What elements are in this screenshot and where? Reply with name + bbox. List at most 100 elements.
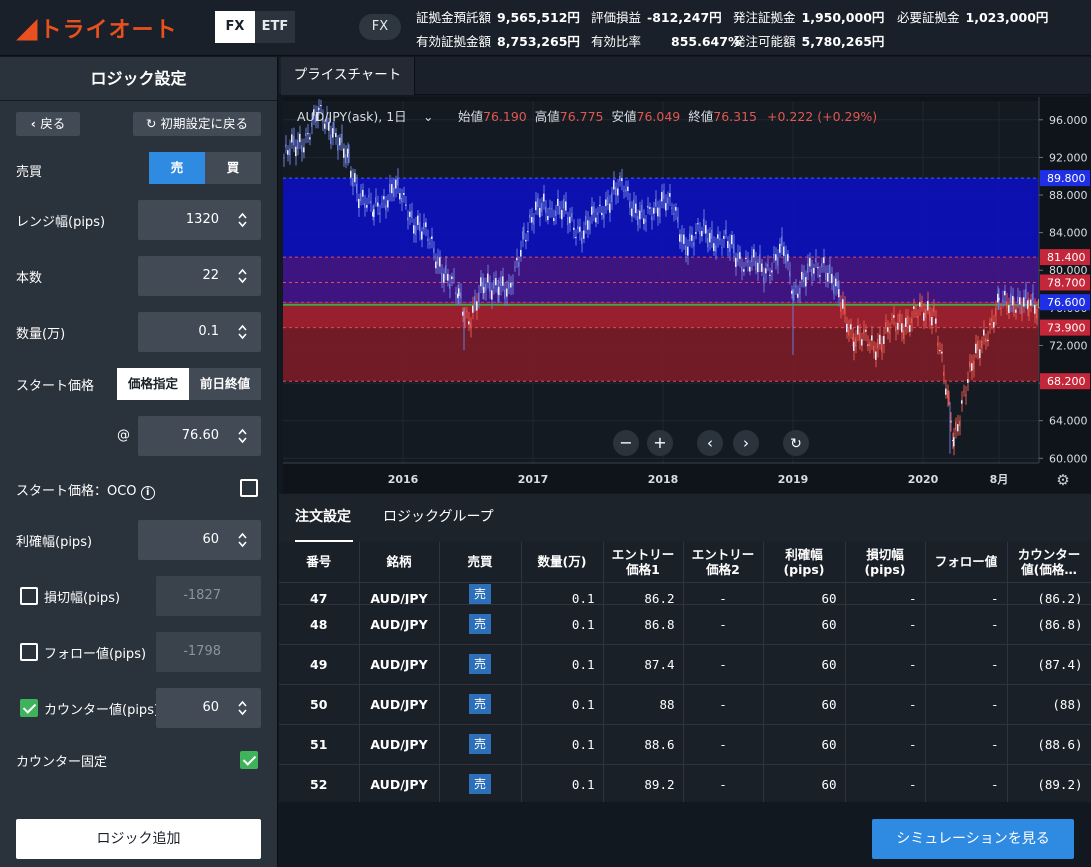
back-button[interactable]: ‹ 戻る — [16, 112, 80, 136]
candle-body — [669, 193, 671, 197]
cell-e1: 88.6 — [603, 724, 684, 765]
y-tick-label: 88.000 — [1049, 189, 1088, 202]
tab-fx[interactable]: FX — [215, 11, 255, 43]
tab-order-settings[interactable]: 注文設定 — [295, 494, 353, 542]
stepper-arrows-icon[interactable] — [238, 532, 247, 548]
chevron-down-icon[interactable]: ⌄ — [423, 109, 433, 124]
candle-body — [705, 225, 707, 234]
cell-side: 売 — [439, 582, 522, 605]
info-icon[interactable]: i — [140, 486, 155, 500]
candle-body — [811, 268, 813, 277]
candle-body — [807, 263, 809, 273]
app-logo[interactable]: ◢ トライオート — [16, 12, 178, 44]
cell-qty: 0.1 — [521, 604, 604, 645]
count-stepper[interactable]: 22 — [138, 256, 261, 296]
cell-tp: 60 — [763, 582, 846, 605]
qty-stepper[interactable]: 0.1 — [138, 312, 261, 352]
candle-body — [733, 243, 735, 254]
table-row[interactable]: 52 AUD/JPY 売 0.1 89.2-60- - (89.2) — [279, 764, 1091, 802]
buy-option[interactable]: 買 — [205, 152, 261, 184]
candle-body — [462, 311, 464, 316]
table-row[interactable]: 47 AUD/JPY 売 0.1 86.2-60- - (86.2) — [279, 582, 1091, 605]
main-area: プライスチャート 96.000 92.000 88.000 84.000 80.000 7… — [279, 57, 1091, 867]
candle-body — [857, 325, 859, 335]
refresh-icon: ↻ — [790, 436, 802, 452]
candle-body — [368, 195, 370, 197]
candle-body — [409, 211, 411, 217]
price-chart[interactable]: 96.00092.00088.00084.00080.00076.00072.0… — [283, 97, 1091, 493]
counter-fixed-checkbox[interactable] — [240, 751, 258, 769]
candle-body — [977, 341, 979, 351]
chart-svg[interactable]: 96.00092.00088.00084.00080.00076.00072.0… — [283, 97, 1091, 493]
counter-checkbox[interactable] — [20, 699, 38, 717]
tab-price-chart[interactable]: プライスチャート — [281, 57, 415, 95]
table-row[interactable]: 48 AUD/JPY 売 0.1 86.8-60- - (86.8) — [279, 604, 1091, 645]
gear-icon[interactable]: ⚙ — [1056, 471, 1069, 489]
start-price-stepper[interactable]: 76.60 — [138, 416, 261, 456]
candle-body — [905, 317, 907, 327]
candle-body — [377, 202, 379, 207]
sl-checkbox[interactable] — [20, 587, 38, 605]
stepper-arrows-icon[interactable] — [238, 268, 247, 284]
sl-input[interactable]: -1827 — [156, 576, 261, 616]
qty-label: 数量(万) — [16, 327, 66, 342]
tab-logic-group[interactable]: ロジックグループ — [383, 494, 494, 542]
oco-checkbox[interactable] — [240, 479, 258, 497]
sell-option[interactable]: 売 — [149, 152, 205, 184]
candle-body — [647, 206, 649, 208]
candle-body — [283, 157, 285, 159]
stepper-arrows-icon[interactable] — [238, 212, 247, 228]
cell-e2: - — [683, 684, 764, 725]
prev-close-option[interactable]: 前日終値 — [189, 368, 261, 400]
candle-body — [493, 280, 495, 289]
candle-body — [460, 292, 462, 299]
table-row[interactable]: 49 AUD/JPY 売 0.1 87.4-60- - (87.4) — [279, 644, 1091, 685]
candle-body — [829, 264, 831, 274]
table-row[interactable]: 50 AUD/JPY 売 0.1 88-60- - (88) — [279, 684, 1091, 725]
table-row[interactable]: 51 AUD/JPY 売 0.1 88.6-60- - (88.6) — [279, 724, 1091, 765]
cell-side: 売 — [439, 644, 522, 685]
candle-body — [385, 204, 387, 211]
candle-body — [773, 253, 775, 259]
simulation-button[interactable]: シミュレーションを見る — [872, 819, 1074, 859]
candle-body — [520, 249, 522, 257]
cell-no: 47 — [279, 582, 360, 605]
stepper-arrows-icon[interactable] — [238, 428, 247, 444]
candle-body — [589, 220, 591, 230]
tp-stepper[interactable]: 60 — [138, 520, 261, 560]
y-tick-label: 96.000 — [1049, 114, 1088, 127]
column-header: 数量(万) — [521, 542, 604, 583]
x-tick-label: 2016 — [388, 473, 419, 486]
candle-body — [727, 241, 729, 248]
candle-body — [683, 234, 685, 244]
candle-body — [815, 258, 817, 262]
add-logic-button[interactable]: ロジック追加 — [16, 819, 261, 859]
stepper-arrows-icon[interactable] — [238, 324, 247, 340]
tab-etf[interactable]: ETF — [255, 11, 295, 43]
counter-fixed-label: カウンター固定 — [16, 755, 108, 770]
candle-body — [567, 216, 569, 225]
chevron-left-icon: ‹ — [30, 116, 41, 131]
reset-button[interactable]: ↻ 初期設定に戻る — [133, 112, 261, 136]
cell-qty: 0.1 — [521, 644, 604, 685]
column-header: 売買 — [439, 542, 522, 583]
candle-body — [909, 325, 911, 332]
counter-stepper[interactable]: 60 — [156, 688, 261, 728]
plus-icon: + — [653, 433, 666, 452]
price-specify-option[interactable]: 価格指定 — [117, 368, 189, 400]
cell-qty: 0.1 — [521, 684, 604, 725]
cell-sl: - — [845, 582, 926, 605]
candle-body — [551, 208, 553, 210]
candle-body — [595, 217, 597, 223]
market-pill[interactable]: FX — [359, 14, 401, 40]
chart-symbol[interactable]: AUD/JPY(ask), 1日 — [297, 109, 407, 124]
follow-input[interactable]: -1798 — [156, 632, 261, 672]
price-tag-label: 73.900 — [1047, 322, 1086, 335]
follow-checkbox[interactable] — [20, 643, 38, 661]
range-stepper[interactable]: 1320 — [138, 200, 261, 240]
candle-body — [333, 126, 335, 129]
stepper-arrows-icon[interactable] — [238, 700, 247, 716]
candle-body — [354, 173, 356, 183]
candle-body — [948, 396, 950, 402]
cell-sl: - — [845, 684, 926, 725]
